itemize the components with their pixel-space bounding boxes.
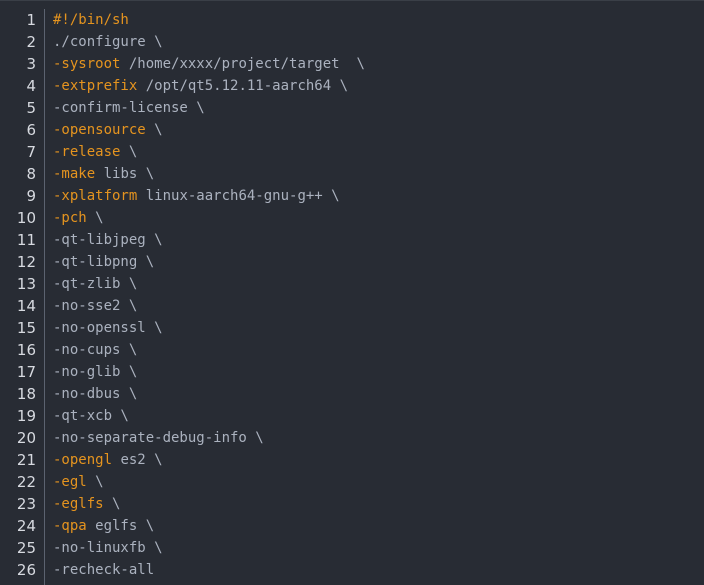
- line-number: 4: [26, 77, 36, 95]
- flag-token: -xplatform: [53, 188, 138, 204]
- arg-token: -qt-xcb \: [53, 408, 129, 424]
- line-number: 20: [16, 429, 36, 447]
- line-number: 2: [26, 33, 36, 51]
- arg-token: ./configure \: [53, 34, 163, 50]
- code-text: -pch \: [53, 207, 104, 229]
- arg-token: -no-separate-debug-info \: [53, 430, 264, 446]
- line-number: 9: [26, 187, 36, 205]
- flag-token: -release: [53, 144, 121, 160]
- code-text: -no-cups \: [53, 339, 137, 361]
- line-number: 8: [26, 165, 36, 183]
- arg-token: \: [86, 474, 104, 490]
- line-number: 22: [16, 473, 36, 491]
- code-text: -sysroot /home/xxxx/project/target \: [53, 53, 365, 75]
- arg-token: -no-cups \: [53, 342, 138, 358]
- flag-token: -extprefix: [53, 78, 138, 94]
- arg-token: \: [145, 122, 163, 138]
- arg-token: -no-glib \: [53, 364, 138, 380]
- line-number: 6: [26, 121, 36, 139]
- arg-token: es2 \: [112, 452, 163, 468]
- line-number: 19: [16, 407, 36, 425]
- arg-token: -confirm-license \: [53, 100, 205, 116]
- code-text: -recheck-all: [53, 559, 154, 581]
- line-number: 1: [26, 11, 36, 29]
- arg-token: eglfs \: [86, 518, 155, 534]
- code-text: -no-sse2 \: [53, 295, 137, 317]
- code-text: -opensource \: [53, 119, 163, 141]
- code-text: -qt-xcb \: [53, 405, 129, 427]
- code-text: -egl \: [53, 471, 104, 493]
- line-number: 15: [16, 319, 36, 337]
- line-number: 17: [16, 363, 36, 381]
- code-text: -xplatform linux-aarch64-gnu-g++ \: [53, 185, 340, 207]
- line-number: 16: [16, 341, 36, 359]
- arg-token: \: [120, 144, 138, 160]
- code-text: #!/bin/sh: [53, 9, 129, 31]
- flag-token: -sysroot: [53, 56, 121, 72]
- line-number: 14: [16, 297, 36, 315]
- line-number: 3: [26, 55, 36, 73]
- code-text: -no-linuxfb \: [53, 537, 163, 559]
- arg-token: \: [103, 496, 121, 512]
- code-text: -confirm-license \: [53, 97, 205, 119]
- flag-token: -pch: [53, 210, 87, 226]
- line-number: 25: [16, 539, 36, 557]
- code-text: -make libs \: [53, 163, 154, 185]
- code-text: -no-glib \: [53, 361, 137, 383]
- flag-token: -egl: [53, 474, 87, 490]
- line-number: 11: [16, 231, 36, 249]
- code-text: -qt-libpng \: [53, 251, 154, 273]
- code-text: -eglfs \: [53, 493, 120, 515]
- code-text: -qt-libjpeg \: [53, 229, 163, 251]
- flag-token: -opengl: [53, 452, 113, 468]
- flag-token: #!/bin/sh: [53, 12, 129, 28]
- line-number: 26: [16, 561, 36, 579]
- code-text: -no-separate-debug-info \: [53, 427, 264, 449]
- gutter-divider: [44, 9, 45, 585]
- line-number: 7: [26, 143, 36, 161]
- code-text: -opengl es2 \: [53, 449, 163, 471]
- arg-token: -no-openssl \: [53, 320, 163, 336]
- arg-token: \: [86, 210, 104, 226]
- line-number: 21: [16, 451, 36, 469]
- line-number: 18: [16, 385, 36, 403]
- line-number: 23: [16, 495, 36, 513]
- arg-token: -qt-zlib \: [53, 276, 138, 292]
- arg-token: -qt-libjpeg \: [53, 232, 163, 248]
- arg-token: linux-aarch64-gnu-g++ \: [137, 188, 340, 204]
- arg-token: -qt-libpng \: [53, 254, 155, 270]
- code-text: -no-openssl \: [53, 317, 163, 339]
- code-text: -release \: [53, 141, 137, 163]
- code-text: ./configure \: [53, 31, 163, 53]
- arg-token: -no-linuxfb \: [53, 540, 163, 556]
- arg-token: -recheck-all: [53, 562, 155, 578]
- arg-token: /home/xxxx/project/target \: [120, 56, 365, 72]
- flag-token: -opensource: [53, 122, 146, 138]
- line-number: 10: [16, 209, 36, 227]
- code-text: -qpa eglfs \: [53, 515, 154, 537]
- flag-token: -make: [53, 166, 96, 182]
- code-text: -qt-zlib \: [53, 273, 137, 295]
- arg-token: /opt/qt5.12.11-aarch64 \: [137, 78, 349, 94]
- code-text: -no-dbus \: [53, 383, 137, 405]
- arg-token: -no-dbus \: [53, 386, 138, 402]
- line-number: 5: [26, 99, 36, 117]
- flag-token: -eglfs: [53, 496, 104, 512]
- line-number: 12: [16, 253, 36, 271]
- flag-token: -qpa: [53, 518, 87, 534]
- line-number: 13: [16, 275, 36, 293]
- code-text: -extprefix /opt/qt5.12.11-aarch64 \: [53, 75, 348, 97]
- arg-token: -no-sse2 \: [53, 298, 138, 314]
- code-editor[interactable]: 1 #!/bin/sh 2 ./configure \ 3 -sysroot /home/…: [0, 0, 704, 585]
- line-number: 24: [16, 517, 36, 535]
- arg-token: libs \: [95, 166, 155, 182]
